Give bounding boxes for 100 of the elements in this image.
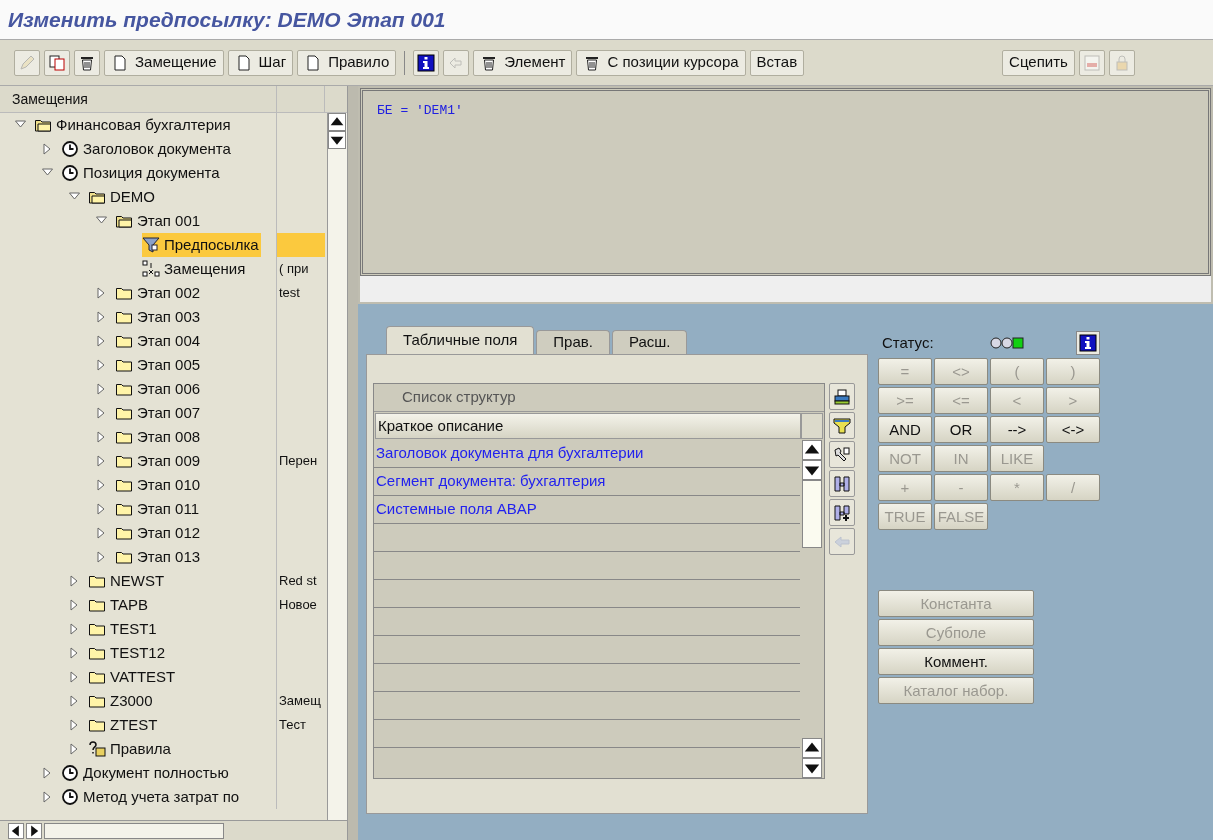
filter-icon [833, 416, 851, 435]
tree-item[interactable]: Z3000 [88, 689, 155, 713]
tree-item[interactable]: Этап 010 [115, 473, 203, 497]
side-tool-button[interactable] [829, 470, 855, 497]
tree-item[interactable]: Предпосылка [142, 233, 261, 257]
toolbar-button[interactable]: Сцепить [1002, 49, 1075, 76]
tree-item[interactable]: Финансовая бухгалтерия [34, 113, 233, 137]
scrollbar[interactable] [327, 113, 347, 820]
tree-item[interactable]: Этап 009 [115, 449, 203, 473]
pencil-icon [18, 53, 36, 72]
side-tool-button[interactable] [829, 441, 855, 468]
side-tool-button[interactable] [829, 499, 855, 526]
tree-item[interactable]: Позиция документа [61, 161, 222, 185]
scroll-up-icon[interactable] [802, 440, 822, 460]
scroll-up-icon[interactable] [802, 738, 822, 758]
tree-item-description: Перен [278, 452, 319, 471]
toolbar-button[interactable]: Правило [297, 49, 397, 76]
operator-button[interactable]: --> [990, 416, 1044, 443]
toolbar-button[interactable]: Встав [749, 49, 805, 76]
window-title: Изменить предпосылку: DEMO Этап 001 [8, 6, 446, 33]
tree-item-description: Тест [278, 716, 307, 735]
tree-item[interactable]: DEMO [88, 185, 157, 209]
tree-item[interactable]: Заголовок документа [61, 137, 233, 161]
scroll-down-icon[interactable] [802, 460, 822, 480]
code-line: БЕ = 'DEM1' [377, 103, 463, 118]
toolbar-button[interactable]: Шаг [227, 49, 294, 76]
toolbar-button[interactable] [74, 49, 100, 76]
scroll-left-icon[interactable] [8, 822, 24, 839]
tab[interactable]: Прав. [536, 330, 610, 354]
copy-icon [48, 53, 66, 72]
structure-link[interactable]: Сегмент документа: бухгалтерия [376, 470, 606, 493]
column-header[interactable]: Замещения [0, 86, 277, 112]
funnel-icon [142, 236, 160, 254]
tree-item[interactable]: Метод учета затрат по [61, 785, 242, 809]
substitution-icon [142, 260, 160, 278]
table-title: Список структур [374, 384, 824, 412]
status-label: Статус: [881, 332, 934, 353]
tree-item[interactable]: Этап 007 [115, 401, 203, 425]
tab[interactable]: Табличные поля [386, 326, 535, 354]
tree-item[interactable]: TEST12 [88, 641, 168, 665]
tree-item[interactable]: Этап 013 [115, 545, 203, 569]
clock-icon [61, 788, 79, 806]
tree-item[interactable]: Документ полностью [61, 761, 231, 785]
tree-item[interactable]: Этап 002 [115, 281, 203, 305]
structure-link[interactable]: Системные поля ABAP [376, 498, 537, 521]
toolbar-button[interactable]: С позиции курсора [576, 49, 746, 76]
tree-item[interactable]: Этап 001 [115, 209, 203, 233]
tree-item[interactable]: Этап 003 [115, 305, 203, 329]
info-icon [417, 53, 436, 72]
info-icon [1079, 334, 1097, 352]
scroll-up-icon[interactable] [328, 113, 346, 131]
tree-item-description: test [278, 284, 301, 303]
tree-item[interactable]: Этап 011 [115, 497, 202, 521]
page-icon [111, 53, 129, 72]
toolbar-button[interactable]: Замещение [104, 49, 224, 76]
clock-icon [61, 140, 79, 158]
tree-item[interactable]: NEWST [88, 569, 167, 593]
scroll-down-icon[interactable] [328, 131, 346, 149]
structure-link[interactable]: Заголовок документа для бухгалтерии [376, 442, 644, 465]
action-button[interactable]: Коммент. [878, 648, 1034, 675]
wrench-icon [833, 445, 851, 464]
tree-item[interactable]: Этап 012 [115, 521, 203, 545]
tree-item-description: ( при [278, 260, 310, 279]
column-header[interactable]: Краткое описание [375, 413, 801, 439]
horizontal-scrollbar[interactable] [0, 820, 347, 840]
tree-item-description: Red st [278, 572, 318, 591]
clock-icon [61, 164, 79, 182]
operator-button[interactable]: <-> [1046, 416, 1100, 443]
tree-item[interactable]: Правила [88, 737, 173, 761]
tree-item[interactable]: VATTEST [88, 665, 178, 689]
binoculars-plus-icon [833, 503, 851, 522]
scroll-thumb[interactable] [44, 822, 224, 839]
scrollbar[interactable] [802, 440, 822, 778]
tree-item[interactable]: Замещения [142, 257, 248, 281]
printer-icon [833, 387, 851, 406]
code-editor[interactable]: БЕ = 'DEM1' [360, 88, 1211, 276]
scroll-thumb[interactable] [802, 480, 822, 548]
tree-item[interactable]: Этап 005 [115, 353, 203, 377]
tree-item[interactable]: TAPB [88, 593, 151, 617]
operator-button[interactable]: OR [934, 416, 988, 443]
tree-item-description: Новое [278, 596, 318, 615]
tree-item[interactable]: Этап 008 [115, 425, 203, 449]
toolbar-button[interactable]: Элемент [473, 49, 573, 76]
toolbar-button[interactable] [413, 49, 440, 76]
info-button[interactable] [1076, 331, 1100, 355]
tree-item[interactable]: ZTEST [88, 713, 160, 737]
scroll-down-icon[interactable] [802, 758, 822, 778]
binoculars-icon [833, 474, 851, 493]
selection-highlight [277, 233, 325, 257]
tree-item[interactable]: TEST1 [88, 617, 159, 641]
tree-item[interactable]: Этап 006 [115, 377, 203, 401]
operator-button[interactable]: AND [878, 416, 932, 443]
tab[interactable]: Расш. [611, 330, 688, 354]
side-tool-button[interactable] [829, 383, 855, 410]
tree-item[interactable]: Этап 004 [115, 329, 203, 353]
tree-item-description: Замещ [278, 692, 322, 711]
clock-icon [61, 764, 79, 782]
layout-icon [1082, 53, 1101, 72]
scroll-right-icon[interactable] [26, 822, 42, 839]
rules-icon [88, 740, 106, 758]
